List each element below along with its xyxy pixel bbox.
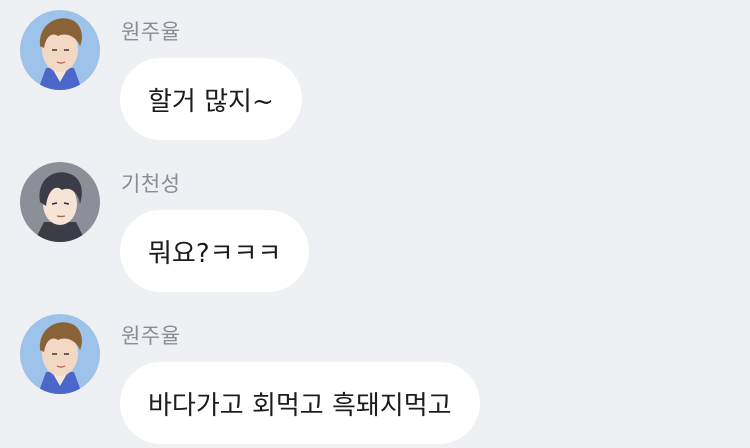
avatar[interactable]	[20, 10, 100, 90]
message-bubble[interactable]: 뭐요?ㅋㅋㅋ	[120, 210, 310, 292]
boy-dark-hair-avatar-icon	[20, 162, 100, 242]
avatar[interactable]	[20, 314, 100, 394]
sender-name: 원주율	[121, 324, 181, 348]
boy-brown-hair-avatar-icon	[20, 314, 100, 394]
message-bubble[interactable]: 할거 많지~	[120, 58, 302, 140]
boy-brown-hair-avatar-icon	[20, 10, 100, 90]
avatar[interactable]	[20, 162, 100, 242]
chat-thread: 원주율 할거 많지~ 기천성 뭐요?ㅋㅋㅋ 원주율 바다가고 회먹고 흑돼지먹고	[0, 0, 750, 448]
message-bubble[interactable]: 바다가고 회먹고 흑돼지먹고	[120, 362, 480, 444]
sender-name: 원주율	[121, 20, 181, 44]
sender-name: 기천성	[121, 172, 181, 196]
